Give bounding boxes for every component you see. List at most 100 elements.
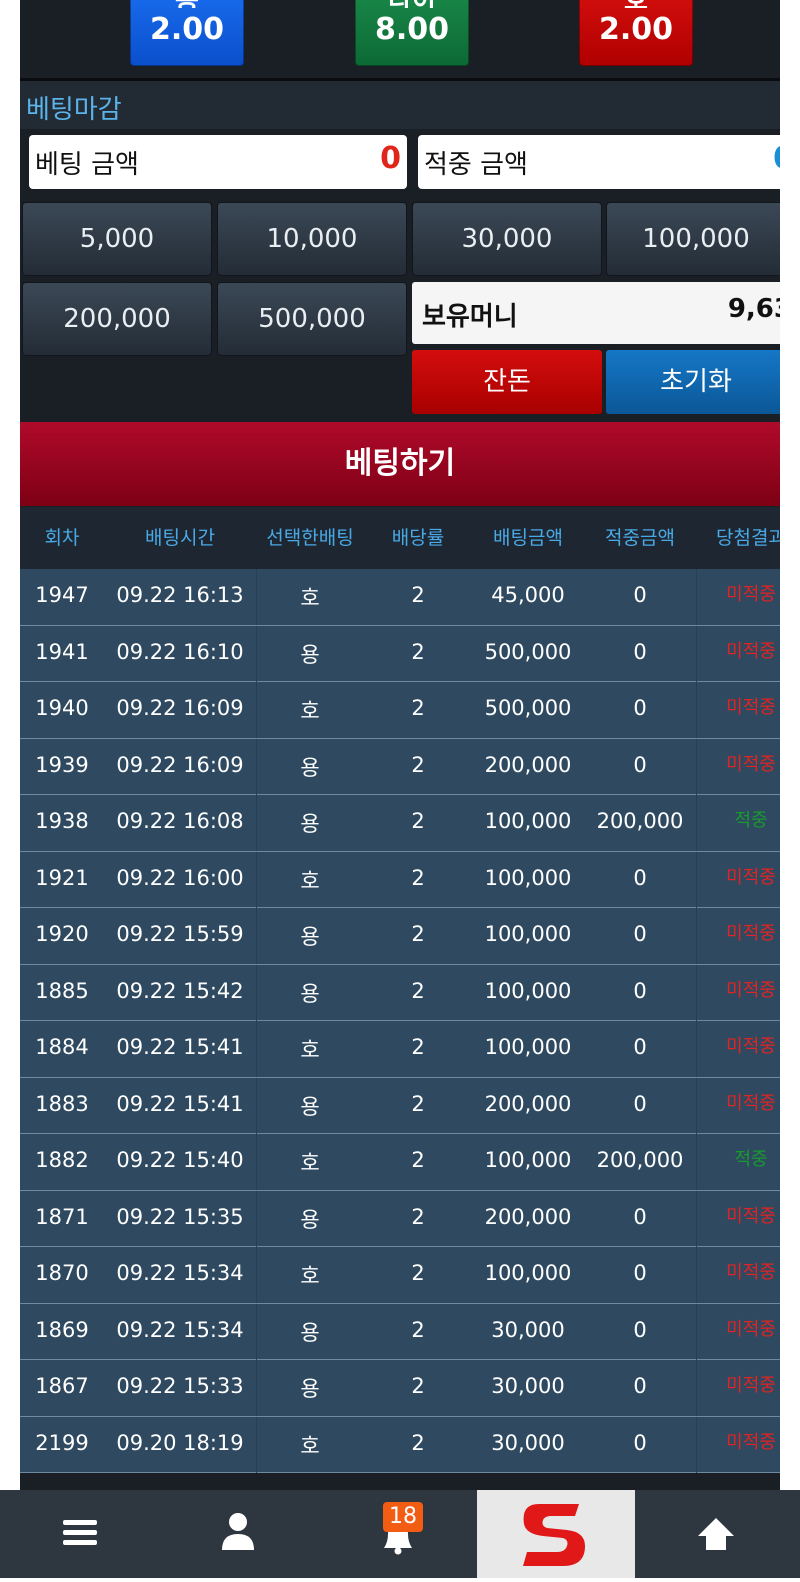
- cell-odds: 2: [411, 809, 425, 833]
- win-amount-value: 0: [773, 141, 780, 176]
- cell-odds: 2: [411, 978, 425, 1003]
- cell-win: 0: [584, 1416, 697, 1473]
- cell-odds: 2: [411, 1204, 425, 1229]
- nav-menu[interactable]: [40, 1490, 120, 1578]
- table-row: 1947 09.22 16:13 호 2 45,000 0 미적중: [20, 569, 780, 626]
- cell-bet: 100,000: [484, 1148, 572, 1172]
- cell-odds: 2: [411, 1148, 425, 1172]
- cell-time: 09.22 16:13: [104, 569, 257, 625]
- cell-win: 0: [584, 1021, 697, 1077]
- cell-pick: 호: [300, 1038, 320, 1062]
- cell-result: 미적중: [726, 979, 776, 1001]
- cell-pick: 호: [300, 868, 320, 893]
- nav-user[interactable]: [198, 1490, 278, 1578]
- reset-button[interactable]: 초기화: [606, 350, 780, 414]
- cell-win: 0: [584, 851, 697, 908]
- header-bet-amount: 배팅금액: [493, 527, 563, 549]
- nav-home[interactable]: [477, 1490, 635, 1578]
- cell-round: 1871: [35, 1204, 89, 1229]
- cell-bet: 100,000: [484, 865, 572, 890]
- cell-time: 09.22 15:33: [104, 1360, 257, 1416]
- cell-time: 09.22 15:34: [104, 1303, 257, 1360]
- odds-dragon-button[interactable]: 용 2.00: [130, 0, 244, 66]
- chip-30000-button[interactable]: 30,000: [412, 202, 602, 276]
- table-body: 1947 09.22 16:13 호 2 45,000 0 미적중 1941 09.22 16:…: [20, 569, 780, 1473]
- cell-odds: 2: [411, 752, 425, 777]
- table-header: 회차 배팅시간 선택한배팅 배당률 배팅금액 적중금액 당첨결과: [20, 507, 780, 569]
- header-odds: 배당률: [391, 527, 445, 549]
- bet-amount-value: 0: [380, 141, 401, 176]
- cell-win: 0: [584, 908, 697, 964]
- cell-pick: 호: [300, 1151, 320, 1175]
- cell-odds: 2: [411, 696, 425, 720]
- change-button[interactable]: 잔돈: [412, 350, 602, 414]
- chip-500000-button[interactable]: 500,000: [217, 282, 407, 356]
- cell-win: 0: [584, 1247, 697, 1303]
- win-amount-field: 적중 금액 0: [418, 135, 780, 189]
- betting-status-text: 베팅마감: [26, 95, 122, 125]
- cell-result: 미적중: [726, 697, 776, 718]
- cell-pick: 용: [300, 981, 320, 1006]
- chip-10000-button[interactable]: 10,000: [217, 202, 407, 276]
- cell-odds: 2: [411, 639, 425, 664]
- nav-scroll-top[interactable]: [676, 1490, 756, 1578]
- chip-200000-button[interactable]: 200,000: [22, 282, 212, 356]
- cell-win: 0: [584, 1077, 697, 1134]
- cell-win: 200,000: [584, 1134, 697, 1190]
- cell-time: 09.22 16:00: [104, 851, 257, 908]
- cell-pick: 용: [300, 1207, 320, 1232]
- cell-odds: 2: [411, 1035, 425, 1059]
- cell-round: 1940: [35, 696, 89, 720]
- chip-100000-button[interactable]: 100,000: [606, 202, 780, 276]
- chip-5000-button[interactable]: 5,000: [22, 202, 212, 276]
- cell-result: 미적중: [726, 640, 776, 662]
- table-row: 1885 09.22 15:42 용 2 100,000 0 미적중: [20, 964, 780, 1021]
- cell-result: 미적중: [726, 584, 776, 605]
- header-result: 당첨결과: [716, 527, 780, 549]
- balance-label: 보유머니: [422, 302, 518, 332]
- cell-result: 미적중: [726, 1036, 776, 1057]
- cell-time: 09.22 15:35: [104, 1190, 257, 1247]
- cell-win: 0: [584, 682, 697, 738]
- table-row: 1939 09.22 16:09 용 2 200,000 0 미적중: [20, 738, 780, 795]
- cell-pick: 호: [300, 1433, 320, 1458]
- cell-round: 1867: [35, 1374, 89, 1398]
- odds-tiger-button[interactable]: 호 2.00: [579, 0, 693, 66]
- table-row: 1941 09.22 16:10 용 2 500,000 0 미적중: [20, 625, 780, 682]
- table-row: 1870 09.22 15:34 호 2 100,000 0 미적중: [20, 1247, 780, 1304]
- cell-time: 09.22 16:10: [104, 625, 257, 682]
- cell-time: 09.22 15:40: [104, 1134, 257, 1190]
- cell-win: 0: [584, 569, 697, 625]
- cell-odds: 2: [411, 1261, 425, 1285]
- odds-label: 용: [130, 0, 244, 8]
- table-row: 1869 09.22 15:34 용 2 30,000 0 미적중: [20, 1303, 780, 1360]
- cell-round: 1921: [35, 865, 89, 890]
- odds-tie-button[interactable]: 타이 8.00: [355, 0, 469, 66]
- cell-bet: 100,000: [484, 1035, 572, 1059]
- cell-pick: 용: [300, 642, 320, 667]
- odds-value: 8.00: [374, 12, 450, 47]
- balance-value: 9,63: [727, 294, 780, 324]
- win-amount-label: 적중 금액: [424, 150, 528, 180]
- cell-time: 09.22 15:34: [104, 1247, 257, 1303]
- cell-win: 0: [584, 1303, 697, 1360]
- cell-result: 적중: [734, 810, 768, 831]
- cell-pick: 용: [300, 925, 320, 949]
- cell-bet: 30,000: [491, 1374, 565, 1398]
- header-time: 배팅시간: [145, 527, 215, 549]
- cell-round: 1920: [35, 922, 89, 946]
- logo-s-icon: [523, 1504, 585, 1566]
- cell-round: 2199: [35, 1430, 89, 1455]
- cell-bet: 45,000: [491, 583, 565, 607]
- cell-win: 0: [584, 1190, 697, 1247]
- cell-bet: 200,000: [484, 1091, 572, 1116]
- place-bet-button[interactable]: 베팅하기: [20, 422, 780, 506]
- odds-value: 2.00: [149, 12, 225, 47]
- cell-round: 1941: [35, 639, 89, 664]
- cell-win: 0: [584, 625, 697, 682]
- table-row: 2199 09.20 18:19 호 2 30,000 0 미적중: [20, 1416, 780, 1473]
- cell-odds: 2: [411, 922, 425, 946]
- cell-win: 0: [584, 738, 697, 795]
- cell-pick: 용: [300, 812, 320, 836]
- table-row: 1882 09.22 15:40 호 2 100,000 200,000 적중: [20, 1134, 780, 1191]
